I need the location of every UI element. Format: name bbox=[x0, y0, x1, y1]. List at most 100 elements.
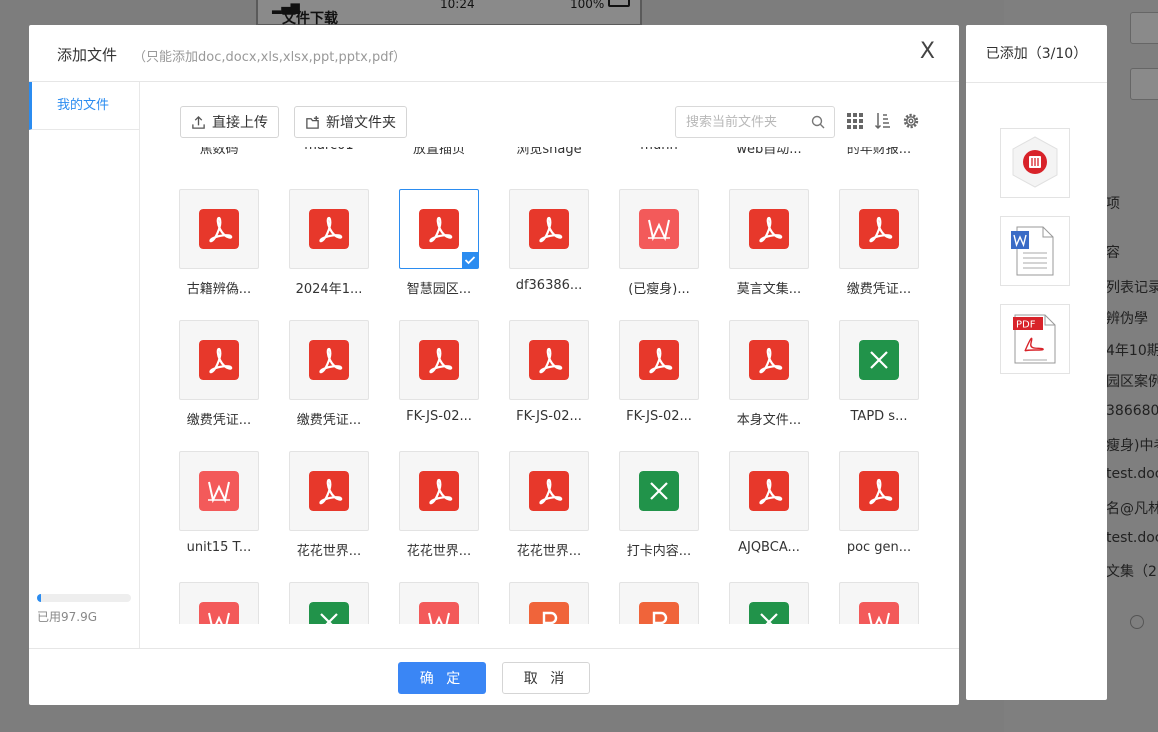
pdf-icon bbox=[199, 340, 239, 380]
pdf-icon bbox=[309, 471, 349, 511]
file-name: poc gen... bbox=[846, 540, 912, 555]
file-tile[interactable] bbox=[399, 189, 479, 269]
file-tile[interactable] bbox=[839, 320, 919, 400]
pdf-icon bbox=[749, 209, 789, 249]
file-name: AJQBCA... bbox=[738, 540, 800, 555]
partial-row-names: 焦数码 marc01 放置插页 浏览snage muhn web自动... 的年财报... bbox=[169, 147, 939, 159]
background-text: 园区案例 bbox=[1106, 374, 1158, 390]
background-text: 项 bbox=[1106, 196, 1120, 212]
file-name: 智慧园区... bbox=[406, 282, 472, 297]
dialog-footer: 确 定 取 消 bbox=[29, 648, 959, 705]
file-tile[interactable] bbox=[509, 189, 589, 269]
new-folder-label: 新增文件夹 bbox=[326, 114, 396, 130]
file-tile[interactable] bbox=[179, 451, 259, 531]
sidebar: 我的文件 已用97.9G bbox=[29, 82, 140, 648]
file-tile[interactable] bbox=[289, 582, 369, 624]
partial-file-name: 放置插页 bbox=[412, 147, 465, 157]
pdf-icon bbox=[419, 340, 459, 380]
file-name: df36386... bbox=[515, 278, 583, 293]
file-tile[interactable] bbox=[619, 451, 699, 531]
file-name: 缴费凭证... bbox=[186, 413, 252, 428]
file-name: FK-JS-02... bbox=[406, 409, 472, 424]
file-tile[interactable] bbox=[839, 189, 919, 269]
file-tile[interactable] bbox=[179, 320, 259, 400]
file-tile[interactable] bbox=[509, 451, 589, 531]
background-text: 名@凡林 bbox=[1106, 501, 1158, 517]
file-name: unit15 T... bbox=[186, 540, 252, 555]
background-text: 辨伪學 bbox=[1106, 311, 1148, 327]
file-tile[interactable] bbox=[729, 189, 809, 269]
sidebar-item-my-files[interactable]: 我的文件 bbox=[29, 82, 140, 130]
file-tile[interactable] bbox=[729, 451, 809, 531]
background-text: 瘦身)中考 bbox=[1106, 438, 1158, 454]
added-files-panel: 已添加（3/10） PDF bbox=[966, 25, 1107, 700]
background-text: 列表记录 bbox=[1106, 280, 1158, 296]
pdf-icon bbox=[529, 471, 569, 511]
pdf-icon bbox=[529, 340, 569, 380]
pdf-icon bbox=[309, 209, 349, 249]
file-tile[interactable] bbox=[399, 582, 479, 624]
file-tile[interactable] bbox=[619, 320, 699, 400]
new-folder-button[interactable]: 新增文件夹 bbox=[294, 106, 407, 138]
added-file-thumb[interactable] bbox=[1000, 128, 1070, 198]
added-file-thumb[interactable]: PDF bbox=[1000, 304, 1070, 374]
dialog-title: 添加文件 bbox=[57, 46, 118, 64]
excel-icon bbox=[639, 471, 679, 511]
file-name: 古籍辨偽... bbox=[186, 282, 252, 297]
background-text: test.doc bbox=[1106, 466, 1158, 482]
grid-view-icon[interactable] bbox=[846, 112, 864, 130]
confirm-button[interactable]: 确 定 bbox=[398, 662, 486, 694]
file-name: FK-JS-02... bbox=[516, 409, 582, 424]
background-text: 386680 bbox=[1106, 403, 1158, 419]
partial-file-name: marc01 bbox=[289, 147, 369, 153]
background-input bbox=[1130, 12, 1158, 44]
file-tile[interactable] bbox=[509, 582, 589, 624]
file-tile[interactable] bbox=[179, 582, 259, 624]
file-tile[interactable] bbox=[289, 189, 369, 269]
file-tile[interactable] bbox=[289, 320, 369, 400]
file-tile[interactable] bbox=[729, 582, 809, 624]
pdf-icon bbox=[639, 340, 679, 380]
partial-file-name: 浏览snage bbox=[516, 147, 582, 157]
file-tile[interactable] bbox=[839, 582, 919, 624]
file-tile[interactable] bbox=[399, 451, 479, 531]
added-file-thumb[interactable] bbox=[1000, 216, 1070, 286]
file-name: FK-JS-02... bbox=[626, 409, 692, 424]
storage-used-text: 已用97.9G bbox=[37, 610, 98, 624]
close-icon[interactable]: X bbox=[920, 39, 935, 65]
upload-button[interactable]: 直接上传 bbox=[180, 106, 279, 138]
pdf-icon bbox=[749, 340, 789, 380]
partial-file-name: muhn bbox=[619, 147, 699, 153]
checkmark-icon bbox=[462, 252, 478, 268]
pdf-icon bbox=[419, 471, 459, 511]
pdf-icon bbox=[859, 471, 899, 511]
excel-icon bbox=[309, 602, 349, 624]
file-tile[interactable] bbox=[179, 189, 259, 269]
file-name: 缴费凭证... bbox=[846, 282, 912, 297]
pdf-icon bbox=[529, 209, 569, 249]
excel-icon bbox=[859, 340, 899, 380]
background-text: test.doc bbox=[1106, 530, 1158, 546]
file-tile[interactable] bbox=[619, 582, 699, 624]
word-icon bbox=[199, 471, 239, 511]
background-text: 4年10期 bbox=[1106, 343, 1158, 359]
ppt-icon bbox=[639, 602, 679, 624]
dialog-hint: （只能添加doc,docx,xls,xlsx,ppt,pptx,pdf） bbox=[133, 50, 407, 65]
file-tile[interactable] bbox=[399, 320, 479, 400]
file-name: 花花世界... bbox=[406, 544, 472, 559]
upload-label: 直接上传 bbox=[212, 114, 268, 130]
file-tile[interactable] bbox=[619, 189, 699, 269]
file-name: (已瘦身)... bbox=[628, 282, 690, 297]
file-tile[interactable] bbox=[839, 451, 919, 531]
file-tile[interactable] bbox=[729, 320, 809, 400]
file-tile[interactable] bbox=[509, 320, 589, 400]
cancel-button[interactable]: 取 消 bbox=[502, 662, 590, 694]
pdf-icon bbox=[199, 209, 239, 249]
word-icon bbox=[859, 602, 899, 624]
settings-gear-icon[interactable] bbox=[902, 112, 920, 130]
sort-icon[interactable] bbox=[874, 112, 892, 130]
svg-text:PDF: PDF bbox=[1016, 320, 1036, 331]
add-file-dialog: 添加文件 （只能添加doc,docx,xls,xlsx,ppt,pptx,pdf… bbox=[29, 25, 959, 705]
pdf-document-icon: PDF bbox=[1013, 314, 1056, 364]
file-tile[interactable] bbox=[289, 451, 369, 531]
